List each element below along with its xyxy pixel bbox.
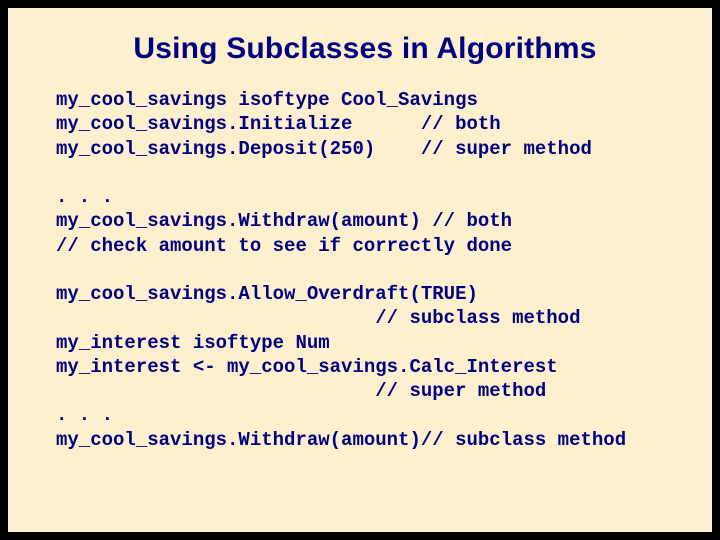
code-block-2: . . . my_cool_savings.Withdraw(amount) /… xyxy=(56,185,674,258)
slide: Using Subclasses in Algorithms my_cool_s… xyxy=(8,8,712,532)
code-block-3: my_cool_savings.Allow_Overdraft(TRUE) //… xyxy=(56,282,674,452)
slide-title: Using Subclasses in Algorithms xyxy=(56,32,674,66)
code-block-1: my_cool_savings isoftype Cool_Savings my… xyxy=(56,88,674,161)
